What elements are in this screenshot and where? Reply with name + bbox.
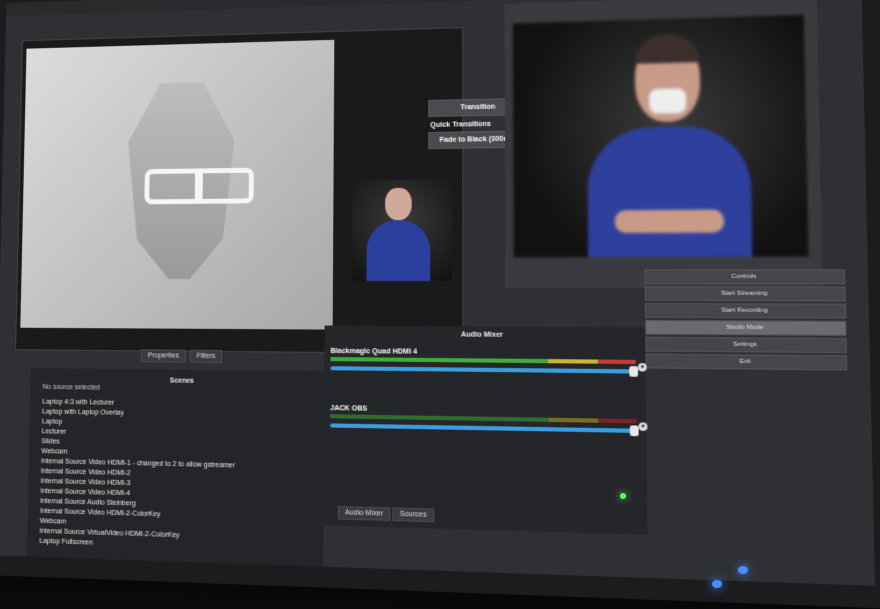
power-led [620, 493, 626, 499]
volume-slider-handle[interactable] [629, 366, 639, 377]
no-source-label: No source selected [42, 383, 100, 392]
mute-icon[interactable]: ● [638, 422, 648, 432]
preview-graphic [20, 39, 335, 330]
properties-tab[interactable]: Properties [140, 349, 186, 363]
audio-mixer-title: Audio Mixer [460, 331, 504, 339]
audio-mixer-tab[interactable]: Audio Mixer [337, 505, 391, 521]
audio-tabs: Audio Mixer Sources [337, 505, 434, 523]
sources-tab[interactable]: Sources [392, 507, 434, 523]
obs-window: Transition Quick Transitions Fade to Bla… [0, 0, 876, 586]
scene-list: Laptop 4:3 with Lecturer Laptop with Lap… [39, 398, 317, 572]
preview-panel [15, 27, 464, 355]
program-panel [504, 0, 823, 289]
presenter-mask [649, 88, 687, 114]
program-video [512, 14, 809, 258]
presenter-body-small [366, 219, 431, 282]
mute-icon[interactable]: ● [637, 363, 647, 372]
channel-name: Blackmagic Quad HDMI 4 [330, 347, 418, 356]
exit-button[interactable]: Exit [645, 353, 848, 371]
audio-mixer-panel: Audio Mixer Blackmagic Quad HDMI 4 ● JAC… [323, 325, 648, 535]
monitor: Transition Quick Transitions Fade to Bla… [0, 0, 880, 609]
start-streaming-button[interactable]: Start Streaming [644, 286, 846, 302]
start-recording-button[interactable]: Start Recording [644, 303, 847, 319]
filters-tab[interactable]: Filters [189, 349, 223, 364]
studio-mode-button[interactable]: Studio Mode [645, 319, 847, 336]
glasses-graphic [144, 167, 254, 205]
source-tabs: Properties Filters [140, 349, 223, 364]
settings-button[interactable]: Settings [645, 336, 847, 354]
audio-channel: JACK OBS ● [330, 405, 648, 437]
presenter-head-small [385, 187, 412, 221]
controls-dock: Controls Start Streaming Start Recording… [644, 269, 849, 442]
scenes-title: Scenes [169, 377, 194, 385]
keyboard-led [738, 566, 748, 574]
presenter-hair [634, 33, 700, 64]
scene-order-arrows[interactable]: ▲ ▼ [74, 558, 94, 569]
presenter-hands [614, 209, 725, 234]
preview-camera-inset [351, 179, 452, 282]
volume-slider[interactable] [330, 423, 639, 437]
volume-slider-handle[interactable] [629, 425, 639, 437]
controls-header: Controls [644, 269, 846, 285]
level-meter [330, 357, 636, 365]
presenter-body [587, 125, 753, 258]
volume-slider[interactable] [330, 366, 639, 377]
audio-channel: Blackmagic Quad HDMI 4 ● [330, 347, 647, 377]
